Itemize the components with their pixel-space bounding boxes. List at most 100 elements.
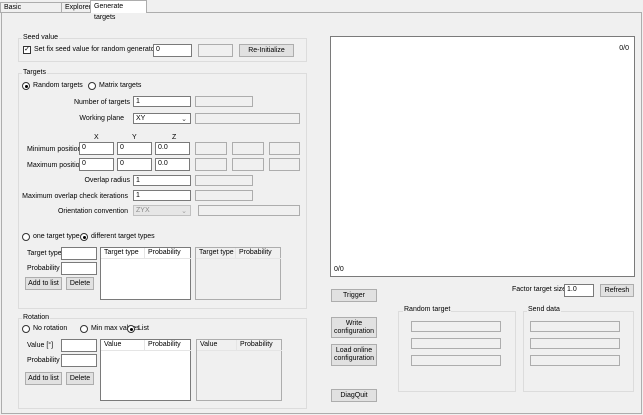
list-radio[interactable]: [127, 325, 135, 333]
orientation-convention-label: Orientation convention: [57, 208, 128, 215]
working-plane-value: XY: [136, 115, 146, 122]
seed-value-display: [198, 44, 233, 57]
target-probability-input[interactable]: [61, 262, 97, 275]
rotation-probability-input[interactable]: [61, 354, 97, 367]
random-target-field-1: [411, 321, 501, 332]
random-targets-label: Random targets: [33, 82, 83, 89]
seed-group-title: Seed value: [22, 34, 60, 42]
send-data-field-3: [530, 355, 620, 366]
target-type-label: Target type: [27, 250, 62, 257]
canvas-top-right-coord: 0/0: [619, 45, 629, 52]
max-overlap-iterations-display: [195, 190, 253, 201]
seed-checkbox[interactable]: ✓: [23, 46, 31, 54]
send-data-field-1: [530, 321, 620, 332]
rotation-delete-button[interactable]: Delete: [66, 372, 94, 385]
load-online-configuration-button[interactable]: Load online configuration: [331, 344, 377, 366]
list-header-value: Value: [197, 340, 237, 351]
list-header-probability: Probability: [237, 340, 282, 351]
targets-group-title: Targets: [22, 69, 47, 77]
list-header-target-type[interactable]: Target type: [101, 248, 145, 259]
min-y-input[interactable]: 0: [117, 142, 152, 155]
list-header-value[interactable]: Value: [101, 340, 145, 351]
min-x-display: [195, 142, 227, 155]
orientation-convention-value: ZYX: [136, 207, 150, 214]
list-header-probability[interactable]: Probability: [145, 340, 191, 351]
random-target-field-2: [411, 338, 501, 349]
min-x-input[interactable]: 0: [79, 142, 114, 155]
chevron-down-icon: ⌄: [181, 116, 187, 123]
rotation-value-label: Value [°]: [27, 342, 54, 349]
one-target-type-radio[interactable]: [22, 233, 30, 241]
no-rotation-radio[interactable]: [22, 325, 30, 333]
targets-delete-button[interactable]: Delete: [66, 277, 94, 290]
max-y-display: [232, 158, 264, 171]
col-y-label: Y: [132, 134, 137, 141]
seed-value-input[interactable]: 0: [153, 44, 192, 57]
factor-target-size-label: Factor target size: [512, 286, 567, 293]
minimum-position-label: Minimum position: [27, 146, 82, 153]
canvas-bottom-left-coord: 0/0: [334, 266, 344, 273]
rotation-values-list-preview: Value Probability: [196, 339, 282, 401]
chevron-down-icon: ⌄: [181, 208, 187, 215]
target-probability-label: Probability: [27, 265, 60, 272]
target-types-list-preview: Target type Probability: [195, 247, 281, 300]
diagquit-button[interactable]: DiagQuit: [331, 389, 377, 402]
min-y-display: [232, 142, 264, 155]
list-header-probability: Probability: [236, 248, 281, 259]
min-z-display: [269, 142, 300, 155]
rotation-group-title: Rotation: [22, 314, 51, 322]
max-z-input[interactable]: 0.0: [155, 158, 190, 171]
write-configuration-button[interactable]: Write configuration: [331, 317, 377, 338]
working-plane-select[interactable]: XY ⌄: [133, 113, 191, 124]
overlap-radius-label: Overlap radius: [84, 177, 130, 184]
orientation-convention-display: [198, 205, 300, 216]
matrix-targets-radio[interactable]: [88, 82, 96, 90]
random-target-field-3: [411, 355, 501, 366]
rotation-add-to-list-button[interactable]: Add to list: [25, 372, 62, 385]
matrix-targets-label: Matrix targets: [99, 82, 142, 89]
no-rotation-label: No rotation: [33, 325, 68, 332]
overlap-radius-display: [195, 175, 253, 186]
col-z-label: Z: [172, 134, 177, 141]
trigger-button[interactable]: Trigger: [331, 289, 377, 302]
random-targets-radio[interactable]: [22, 82, 30, 90]
working-plane-label: Working plane: [79, 115, 124, 122]
number-of-targets-display: [195, 96, 253, 107]
maximum-position-label: Maximum position: [27, 162, 84, 169]
send-data-group-title: Send data: [527, 306, 561, 314]
max-overlap-iterations-input[interactable]: 1: [133, 190, 191, 201]
rotation-value-input[interactable]: [61, 339, 97, 352]
different-target-types-label: different target types: [91, 233, 155, 240]
working-plane-display: [195, 113, 300, 124]
rotation-probability-label: Probability: [27, 357, 60, 364]
factor-target-size-input[interactable]: 1.0: [564, 284, 594, 297]
list-header-target-type: Target type: [196, 248, 236, 259]
reinitialize-button[interactable]: Re-Initialize: [239, 44, 294, 57]
min-max-values-radio[interactable]: [80, 325, 88, 333]
target-types-list[interactable]: Target type Probability: [100, 247, 191, 300]
number-of-targets-input[interactable]: 1: [133, 96, 191, 107]
tab-generate-targets[interactable]: Generate targets: [90, 0, 147, 21]
number-of-targets-label: Number of targets: [73, 99, 130, 106]
max-z-display: [269, 158, 300, 171]
list-label: List: [138, 325, 149, 332]
different-target-types-radio[interactable]: [80, 233, 88, 241]
list-header-probability[interactable]: Probability: [145, 248, 191, 259]
send-data-field-2: [530, 338, 620, 349]
refresh-button[interactable]: Refresh: [600, 284, 634, 297]
overlap-radius-input[interactable]: 1: [133, 175, 191, 186]
seed-checkbox-label: Set fix seed value for random generator: [34, 46, 157, 53]
col-x-label: X: [94, 134, 99, 141]
max-x-display: [195, 158, 227, 171]
target-preview-canvas[interactable]: 0/0 0/0: [330, 36, 635, 277]
min-z-input[interactable]: 0.0: [155, 142, 190, 155]
rotation-values-list[interactable]: Value Probability: [100, 339, 191, 401]
target-type-input[interactable]: [61, 247, 97, 260]
one-target-type-label: one target type: [33, 233, 80, 240]
max-overlap-iterations-label: Maximum overlap check iterations: [22, 193, 128, 200]
max-y-input[interactable]: 0: [117, 158, 152, 171]
orientation-convention-select[interactable]: ZYX ⌄: [133, 205, 191, 216]
max-x-input[interactable]: 0: [79, 158, 114, 171]
random-target-group-title: Random target: [403, 306, 452, 314]
targets-add-to-list-button[interactable]: Add to list: [25, 277, 62, 290]
